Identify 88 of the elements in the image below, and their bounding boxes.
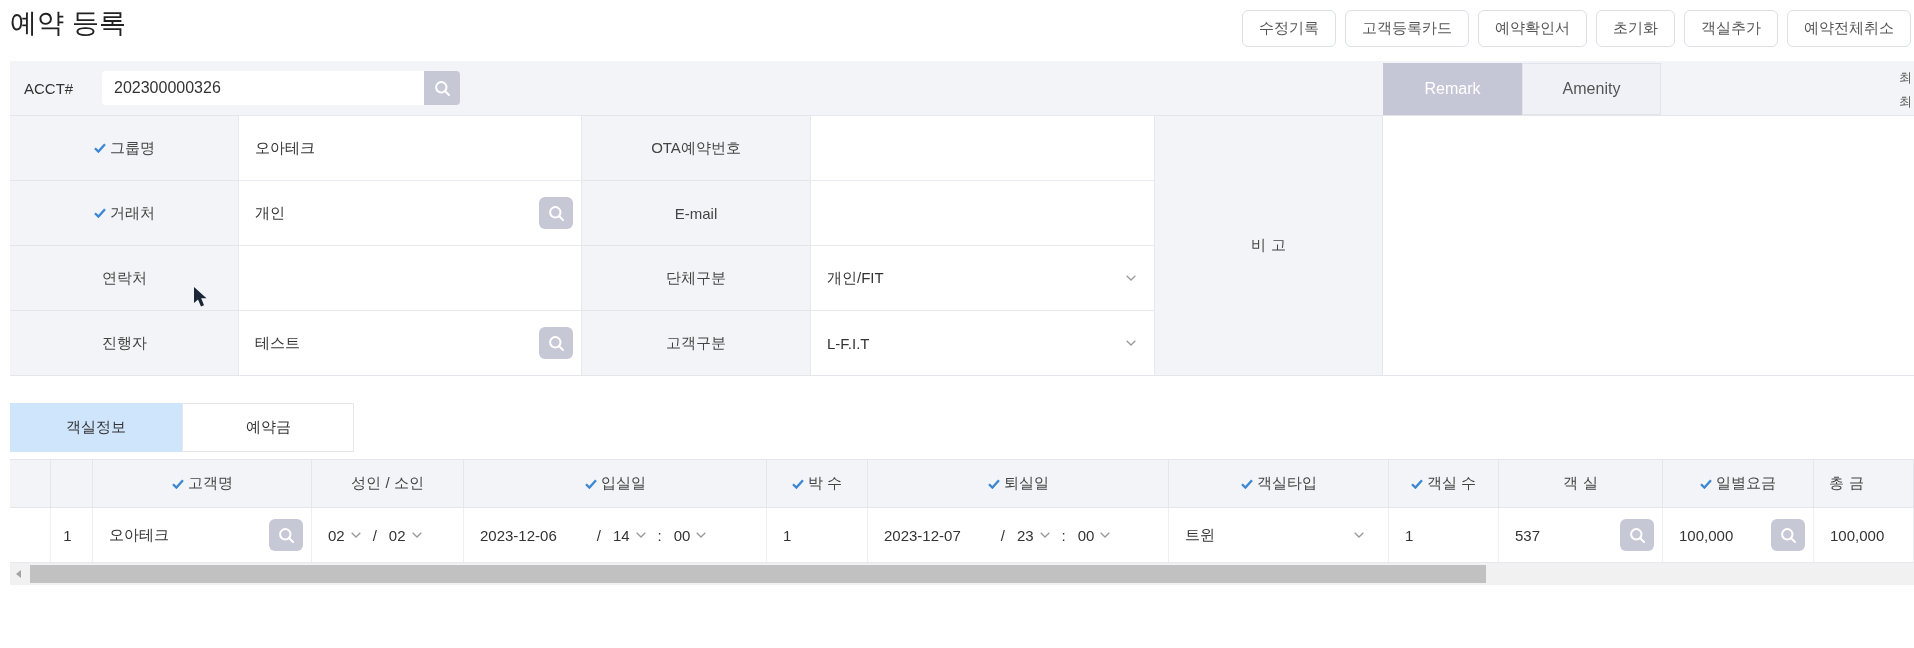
select-field[interactable]: 00 bbox=[1077, 520, 1111, 550]
column-header: 총 금 bbox=[1829, 474, 1864, 493]
toolbar-button[interactable]: 객실추가 bbox=[1684, 10, 1778, 47]
separator-text: : bbox=[657, 526, 662, 544]
select-field[interactable]: 02 bbox=[388, 520, 422, 550]
search-button[interactable] bbox=[539, 197, 573, 229]
row-number: 1 bbox=[51, 508, 93, 562]
cell-text: 100,000 bbox=[1679, 526, 1734, 544]
field-label: 단체구분 bbox=[666, 268, 726, 288]
search-icon bbox=[548, 205, 564, 221]
date-input[interactable]: 2023-12-07 bbox=[884, 520, 961, 550]
chevron-down-icon bbox=[411, 532, 422, 538]
field-label: 그룹명 bbox=[109, 138, 155, 158]
cell-text: 537 bbox=[1515, 526, 1541, 544]
search-button[interactable] bbox=[1620, 519, 1654, 551]
input-field[interactable]: 개인 bbox=[239, 180, 582, 245]
search-button[interactable] bbox=[424, 71, 460, 105]
select-field[interactable]: 개인/FIT bbox=[811, 245, 1155, 310]
search-icon bbox=[548, 335, 564, 351]
search-icon bbox=[1629, 527, 1645, 543]
select-field[interactable]: 14 bbox=[612, 520, 646, 550]
search-icon bbox=[1780, 527, 1796, 543]
input-field[interactable]: 오아테크 bbox=[239, 115, 582, 180]
field-label: 연락처 bbox=[101, 268, 147, 288]
input-field[interactable] bbox=[239, 245, 582, 310]
field-label: E-mail bbox=[674, 204, 718, 222]
field-label: OTA예약번호 bbox=[651, 138, 741, 158]
cell-text: 오아테크 bbox=[109, 525, 169, 545]
note-text: 최 bbox=[1899, 69, 1912, 87]
table-cell: 1 bbox=[767, 508, 868, 562]
date-input[interactable]: 2023-12-06 bbox=[480, 520, 557, 550]
toolbar-button[interactable]: 수정기록 bbox=[1242, 10, 1336, 47]
toolbar-button[interactable]: 예약전체취소 bbox=[1787, 10, 1911, 47]
select-field[interactable]: 02 bbox=[328, 520, 361, 550]
search-icon bbox=[434, 80, 450, 96]
chevron-down-icon bbox=[1126, 275, 1136, 281]
search-button[interactable] bbox=[269, 519, 303, 551]
input-field[interactable] bbox=[811, 180, 1155, 245]
column-header: 입실일 bbox=[600, 474, 646, 493]
account-input[interactable]: 202300000326 bbox=[102, 71, 424, 105]
table-cell: 100,000 bbox=[1814, 508, 1914, 562]
column-header: 퇴실일 bbox=[1003, 474, 1049, 493]
remark-textarea[interactable] bbox=[1383, 115, 1914, 375]
select-field[interactable]: 00 bbox=[673, 520, 707, 550]
search-button[interactable] bbox=[1771, 519, 1805, 551]
toolbar-button[interactable]: 초기화 bbox=[1596, 10, 1675, 47]
chevron-down-icon bbox=[1039, 532, 1050, 538]
field-label: 비 고 bbox=[1251, 236, 1286, 255]
separator-text: / bbox=[1000, 526, 1005, 544]
column-header: 객실 수 bbox=[1426, 474, 1477, 493]
note-text: 최 bbox=[1899, 93, 1912, 111]
separator-text: / bbox=[372, 526, 377, 544]
remark-tab[interactable]: Amenity bbox=[1522, 63, 1661, 115]
column-header: 박 수 bbox=[807, 474, 843, 493]
field-label: 고객구분 bbox=[666, 333, 726, 353]
input-field[interactable]: 테스트 bbox=[239, 310, 582, 375]
account-label: ACCT# bbox=[24, 79, 75, 97]
search-button[interactable] bbox=[539, 327, 573, 359]
chevron-down-icon bbox=[696, 532, 707, 538]
separator-text: / bbox=[596, 526, 601, 544]
separator-text: : bbox=[1061, 526, 1066, 544]
scroll-left-arrow-icon[interactable] bbox=[16, 570, 21, 578]
toolbar-button[interactable]: 예약확인서 bbox=[1478, 10, 1587, 47]
field-label: 거래처 bbox=[109, 203, 155, 223]
chevron-down-icon bbox=[1100, 532, 1111, 538]
column-header: 성인 / 소인 bbox=[351, 474, 424, 493]
section-tab[interactable]: 예약금 bbox=[182, 403, 354, 452]
select-field[interactable]: L-F.I.T bbox=[811, 310, 1155, 375]
scrollbar-track[interactable] bbox=[10, 563, 1914, 585]
chevron-down-icon bbox=[1354, 532, 1364, 538]
column-header: 고객명 bbox=[187, 474, 233, 493]
column-header: 객 실 bbox=[1563, 474, 1598, 493]
select-field[interactable]: 23 bbox=[1016, 520, 1050, 550]
column-header: 객실타입 bbox=[1256, 474, 1317, 493]
mouse-cursor-icon bbox=[194, 287, 208, 307]
chevron-down-icon bbox=[635, 532, 646, 538]
field-label: 진행자 bbox=[101, 333, 147, 353]
select-field[interactable]: 트윈 bbox=[1185, 508, 1380, 562]
input-field[interactable] bbox=[811, 115, 1155, 180]
toolbar-button[interactable]: 고객등록카드 bbox=[1345, 10, 1469, 47]
chevron-down-icon bbox=[350, 532, 361, 538]
search-icon bbox=[278, 527, 294, 543]
section-tab[interactable]: 객실정보 bbox=[10, 403, 182, 452]
table-cell: 1 bbox=[1389, 508, 1499, 562]
scrollbar-thumb[interactable] bbox=[30, 565, 1486, 583]
page-title: 예약 등록 bbox=[10, 7, 126, 40]
chevron-down-icon bbox=[1126, 340, 1136, 346]
column-header: 일별요금 bbox=[1716, 474, 1776, 493]
